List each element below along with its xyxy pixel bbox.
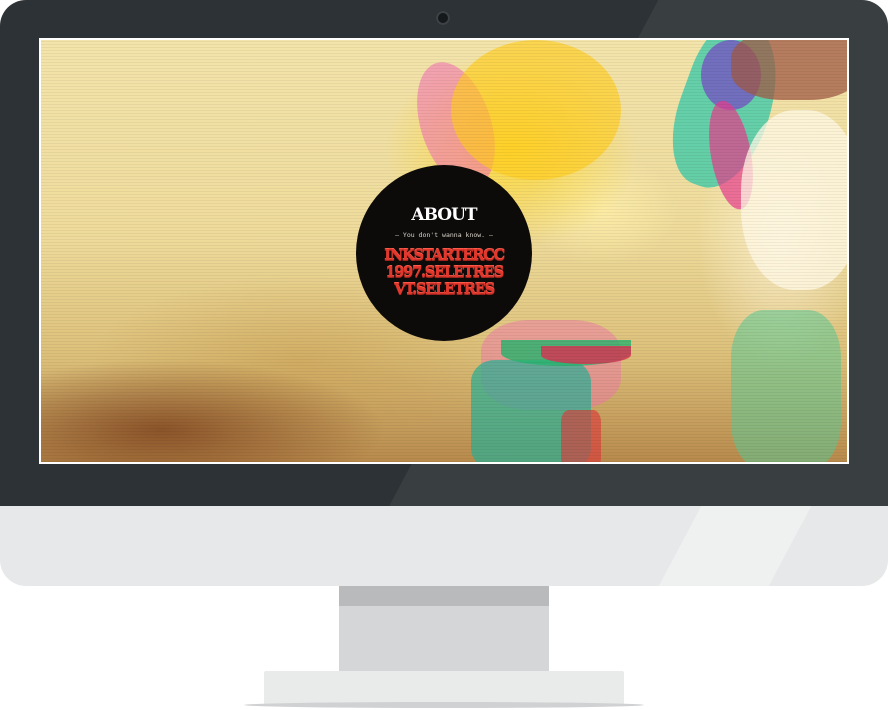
screen: ABOUT — You don't wanna know. — INKSTART… (39, 38, 849, 464)
about-line-3: VT.SELETRES (394, 280, 495, 298)
about-line-1: INKSTARTERCC (384, 246, 505, 264)
camera-icon (436, 11, 450, 25)
stand-base-edge (244, 702, 644, 708)
about-subtitle: — You don't wanna know. — (395, 231, 493, 239)
about-badge[interactable]: ABOUT — You don't wanna know. — INKSTART… (356, 165, 532, 341)
monitor-mockup: ABOUT — You don't wanna know. — INKSTART… (0, 0, 888, 710)
stand-shadow (339, 586, 549, 606)
monitor-stand-base (264, 671, 624, 704)
about-line-2: 1997.SELETRES (385, 263, 504, 281)
about-title: ABOUT (411, 205, 477, 225)
